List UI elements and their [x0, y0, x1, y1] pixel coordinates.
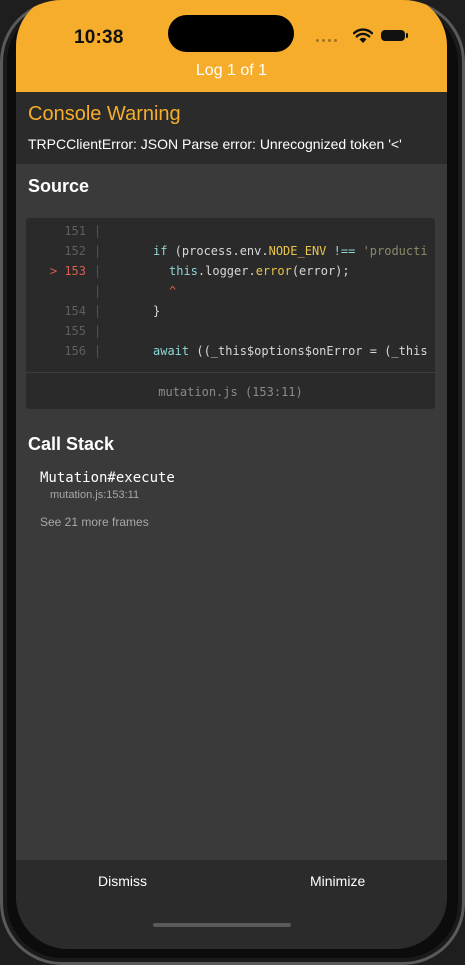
warning-message: TRPCClientError: JSON Parse error: Unrec…	[28, 136, 402, 152]
line-number-active: > 153	[30, 264, 86, 278]
file-location-label: mutation.js (153:11)	[158, 385, 303, 399]
code-line-active: > 153 | this.logger.error(error);	[26, 264, 435, 284]
line-number: 153	[64, 264, 86, 278]
code-file-location[interactable]: mutation.js (153:11)	[26, 372, 435, 409]
dismiss-button[interactable]: Dismiss	[98, 873, 147, 889]
code-line: 156 | await ((_this$options$onError = (_…	[26, 344, 435, 364]
dynamic-island	[168, 15, 294, 52]
code-text: }	[153, 304, 161, 318]
bottom-action-bar: Dismiss Minimize	[16, 860, 447, 949]
source-heading: Source	[28, 176, 90, 196]
active-line-marker: >	[49, 264, 58, 278]
gutter-separator: |	[94, 264, 102, 278]
code-frame[interactable]: 151 | 152 | if (process.env.NODE_ENV !==…	[26, 218, 435, 409]
gutter-separator: |	[94, 244, 102, 258]
warning-title: Console Warning	[28, 103, 181, 125]
phone-frame: 10:38 Log 1 of 1 Console Warning TRPCCli…	[0, 0, 465, 965]
code-line: | ^	[26, 284, 435, 304]
line-number: 151	[64, 224, 86, 238]
see-more-frames-link[interactable]: See 21 more frames	[40, 515, 149, 529]
gutter-separator: |	[94, 224, 102, 238]
log-header: 10:38 Log 1 of 1	[16, 0, 447, 92]
code-line: 155 |	[26, 324, 435, 344]
battery-icon	[381, 30, 408, 41]
warning-block: Console Warning TRPCClientError: JSON Pa…	[16, 92, 447, 164]
code-text: if (process.env.NODE_ENV !== 'producti	[153, 244, 428, 258]
line-number: 156	[64, 344, 86, 358]
stack-frame-name[interactable]: Mutation#execute	[40, 470, 175, 486]
line-number: 155	[64, 324, 86, 338]
gutter-separator: |	[94, 284, 102, 298]
code-line: 151 |	[26, 224, 435, 244]
gutter-separator: |	[94, 344, 102, 358]
status-time: 10:38	[74, 27, 124, 48]
home-indicator[interactable]	[153, 923, 291, 927]
code-text: this.logger.error(error);	[169, 264, 350, 278]
screen: 10:38 Log 1 of 1 Console Warning TRPCCli…	[16, 0, 447, 949]
call-stack-heading: Call Stack	[28, 434, 115, 454]
line-number: 154	[64, 304, 86, 318]
cellular-signal-icon	[316, 39, 348, 43]
code-line: 154 | }	[26, 304, 435, 324]
minimize-button[interactable]: Minimize	[310, 873, 365, 889]
error-caret: ^	[169, 284, 177, 298]
gutter-separator: |	[94, 304, 102, 318]
code-text: await ((_this$options$onError = (_this	[153, 344, 428, 358]
log-counter: Log 1 of 1	[195, 62, 268, 79]
stack-frame-location: mutation.js:153:11	[50, 489, 140, 501]
wifi-icon	[353, 28, 373, 43]
code-line: 152 | if (process.env.NODE_ENV !== 'prod…	[26, 244, 435, 264]
line-number: 152	[64, 244, 86, 258]
gutter-separator: |	[94, 324, 102, 338]
